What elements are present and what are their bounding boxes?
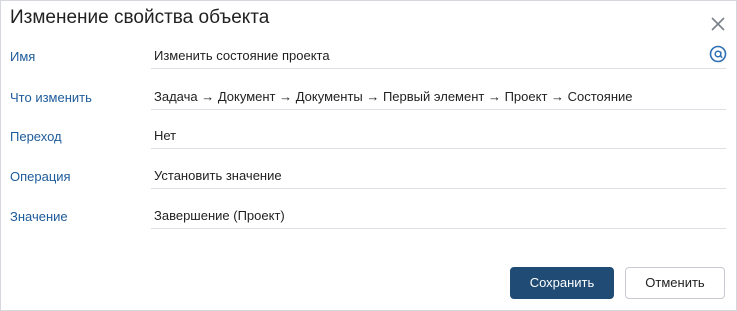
- field-row-value: Значение Завершение (Проект): [1, 207, 737, 249]
- name-value: Изменить состояние проекта: [154, 48, 330, 63]
- value-input[interactable]: Завершение (Проект): [151, 207, 726, 229]
- operation-input[interactable]: Установить значение: [151, 167, 726, 189]
- at-sign-icon[interactable]: [709, 45, 727, 63]
- field-label-what-to-change: Что изменить: [10, 90, 92, 105]
- field-row-operation: Операция Установить значение: [1, 167, 737, 209]
- field-label-value: Значение: [10, 209, 68, 224]
- what-to-change-value: Задача → Документ → Документы → Первый э…: [154, 89, 633, 104]
- transition-input[interactable]: Нет: [151, 127, 726, 149]
- save-button[interactable]: Сохранить: [510, 267, 614, 299]
- name-input[interactable]: Изменить состояние проекта: [151, 47, 726, 69]
- field-row-transition: Переход Нет: [1, 127, 737, 169]
- what-to-change-input[interactable]: Задача → Документ → Документы → Первый э…: [151, 88, 726, 110]
- value-value: Завершение (Проект): [154, 208, 285, 223]
- operation-value: Установить значение: [154, 168, 282, 183]
- field-label-operation: Операция: [10, 169, 71, 184]
- field-row-name: Имя Изменить состояние проекта: [1, 45, 737, 89]
- field-row-what-to-change: Что изменить Задача → Документ → Докумен…: [1, 88, 737, 130]
- edit-object-property-dialog: Изменение свойства объекта Имя Изменить …: [0, 0, 737, 311]
- cancel-button[interactable]: Отменить: [625, 267, 725, 299]
- close-icon[interactable]: [707, 13, 729, 35]
- dialog-title: Изменение свойства объекта: [10, 7, 270, 28]
- field-label-name: Имя: [10, 49, 36, 64]
- field-label-transition: Переход: [10, 129, 62, 144]
- transition-value: Нет: [154, 128, 177, 143]
